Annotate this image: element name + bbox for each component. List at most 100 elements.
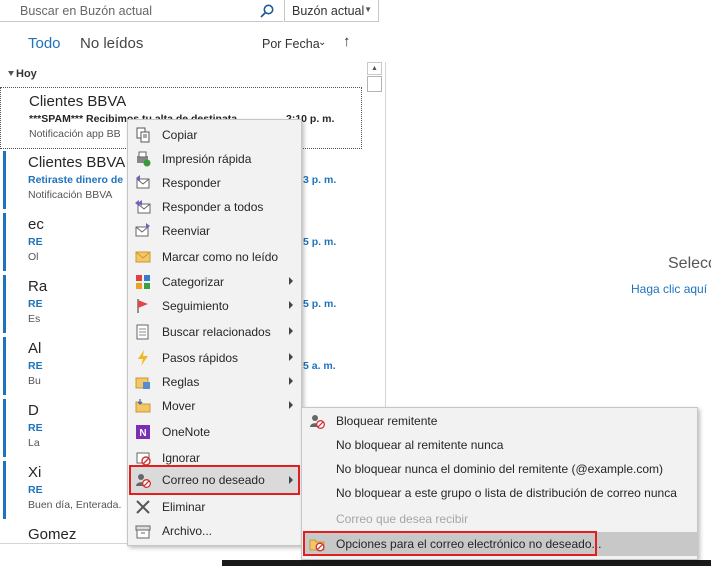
menu-item-responder[interactable]: Responder xyxy=(129,171,300,195)
search-input[interactable]: Buscar en Buzón actual xyxy=(20,4,152,18)
menu-item-categorizar[interactable]: Categorizar xyxy=(129,270,300,294)
sort-direction-icon[interactable]: ↑ xyxy=(343,33,351,50)
quick-print-icon xyxy=(137,151,151,167)
menu-item-onenote[interactable]: N OneNote xyxy=(129,420,300,444)
unread-indicator xyxy=(3,275,6,333)
scroll-thumb[interactable] xyxy=(367,76,382,92)
message-subject: Retiraste dinero de xyxy=(28,174,124,186)
menu-item-buscar-relacionados[interactable]: Buscar relacionados xyxy=(129,320,300,344)
unread-indicator xyxy=(3,399,6,457)
onenote-icon: N xyxy=(136,425,150,439)
reply-all-icon xyxy=(135,200,151,214)
reply-icon xyxy=(136,175,150,189)
submenu-item-label: No bloquear a este grupo o lista de dist… xyxy=(336,486,677,500)
submenu-item-label: Correo que desea recibir xyxy=(336,512,469,526)
quick-steps-icon xyxy=(138,350,148,366)
submenu-item-no-bloquear-remitente[interactable]: No bloquear al remitente nunca xyxy=(303,433,697,457)
menu-item-copiar[interactable]: Copiar xyxy=(129,123,300,147)
message-subject: RE xyxy=(28,484,43,496)
menu-item-label: Reenviar xyxy=(162,224,211,238)
scroll-up-icon[interactable]: ▲ xyxy=(367,62,382,75)
menu-item-eliminar[interactable]: Eliminar xyxy=(129,495,300,519)
menu-item-label: Mover xyxy=(162,399,196,413)
find-related-icon xyxy=(136,324,149,340)
message-sender: D xyxy=(28,402,39,419)
menu-item-mover[interactable]: Mover xyxy=(129,394,300,418)
submenu-arrow-icon xyxy=(289,301,293,309)
search-icon[interactable] xyxy=(259,3,275,19)
message-sender: Clientes BBVA xyxy=(28,154,126,171)
message-sender: Gomez xyxy=(28,526,77,543)
menu-item-responder-a-todos[interactable]: Responder a todos xyxy=(129,195,300,219)
menu-item-reglas[interactable]: Reglas xyxy=(129,370,300,394)
archive-icon xyxy=(135,525,151,539)
menu-item-label: Marcar como no leído xyxy=(162,250,279,264)
submenu-item-correo-deseado: Correo que desea recibir xyxy=(303,507,697,531)
menu-item-label: OneNote xyxy=(162,425,211,439)
outlook-window: Buscar en Buzón actual Buzón actual ▼ To… xyxy=(0,0,711,566)
menu-item-correo-no-deseado[interactable]: Correo no deseado xyxy=(129,465,300,495)
menu-item-label: Pasos rápidos xyxy=(162,351,239,365)
forward-icon xyxy=(135,223,150,237)
submenu-item-no-bloquear-dominio[interactable]: No bloquear nunca el dominio del remiten… xyxy=(303,457,697,481)
search-scope-value: Buzón actual xyxy=(292,4,365,18)
submenu-item-bloquear-remitente[interactable]: Bloquear remitente xyxy=(303,409,697,433)
message-time: 5 p. m. xyxy=(303,298,337,310)
menu-item-label: Archivo... xyxy=(162,524,213,538)
message-preview: La xyxy=(28,437,40,449)
menu-item-reenviar[interactable]: Reenviar xyxy=(129,219,300,243)
menu-item-archivo[interactable]: Archivo... xyxy=(129,519,300,543)
search-box[interactable]: Buscar en Buzón actual xyxy=(0,0,283,22)
rules-icon xyxy=(135,377,150,389)
search-scope-dropdown[interactable]: Buzón actual ▼ xyxy=(284,0,379,22)
menu-item-label: Ignorar xyxy=(162,451,201,465)
copy-icon xyxy=(136,127,150,143)
menu-item-seguimiento[interactable]: Seguimiento xyxy=(129,294,300,318)
menu-item-label: Buscar relacionados xyxy=(162,325,271,339)
context-menu: Copiar Impresión rápida Responder Respon… xyxy=(127,119,302,546)
message-preview: Notificación app BB xyxy=(29,128,121,140)
collapse-group-icon[interactable] xyxy=(8,71,14,76)
submenu-arrow-icon xyxy=(289,353,293,361)
tab-all[interactable]: Todo xyxy=(28,35,61,52)
unread-indicator xyxy=(3,337,6,395)
menu-item-pasos-rapidos[interactable]: Pasos rápidos xyxy=(129,346,300,370)
submenu-item-no-bloquear-grupo[interactable]: No bloquear a este grupo o lista de dist… xyxy=(303,481,697,505)
junk-mail-icon xyxy=(136,474,151,488)
message-sender: ec xyxy=(28,216,44,233)
menu-item-impresion-rapida[interactable]: Impresión rápida xyxy=(129,147,300,171)
submenu-item-label: Bloquear remitente xyxy=(336,414,438,428)
unread-indicator xyxy=(3,213,6,271)
submenu-arrow-icon xyxy=(289,401,293,409)
message-subject: RE xyxy=(28,360,43,372)
reading-pane-link[interactable]: Haga clic aquí p xyxy=(631,282,711,296)
chevron-down-icon[interactable]: ⌄ xyxy=(318,37,326,48)
message-time: 3 p. m. xyxy=(303,174,337,186)
menu-item-marcar-no-leido[interactable]: Marcar como no leído xyxy=(129,245,300,269)
svg-text:N: N xyxy=(139,428,146,439)
menu-item-label: Categorizar xyxy=(162,275,225,289)
submenu-arrow-icon xyxy=(289,327,293,335)
ignore-icon xyxy=(136,452,151,466)
chevron-down-icon: ▼ xyxy=(364,5,372,14)
unread-indicator xyxy=(3,151,6,209)
message-preview: Buen día, Enterada. xyxy=(28,499,122,511)
submenu-arrow-icon xyxy=(289,476,293,484)
message-subject: RE xyxy=(28,298,43,310)
menu-item-label: Correo no deseado xyxy=(162,473,265,487)
group-header-today[interactable]: Hoy xyxy=(16,68,37,80)
status-bar xyxy=(222,560,711,566)
move-icon xyxy=(135,399,151,413)
message-preview: Ol xyxy=(28,251,39,263)
menu-item-label: Copiar xyxy=(162,128,198,142)
mark-unread-icon xyxy=(135,251,151,263)
tab-unread[interactable]: No leídos xyxy=(80,35,143,52)
message-time: 5 a. m. xyxy=(303,360,336,372)
submenu-item-label: No bloquear al remitente nunca xyxy=(336,438,504,452)
message-sender: Clientes BBVA xyxy=(29,93,127,110)
sort-by-button[interactable]: Por Fecha xyxy=(262,37,320,51)
flag-icon xyxy=(137,299,148,313)
message-sender: Xi xyxy=(28,464,42,481)
message-subject: RE xyxy=(28,236,43,248)
message-subject: RE xyxy=(28,422,43,434)
